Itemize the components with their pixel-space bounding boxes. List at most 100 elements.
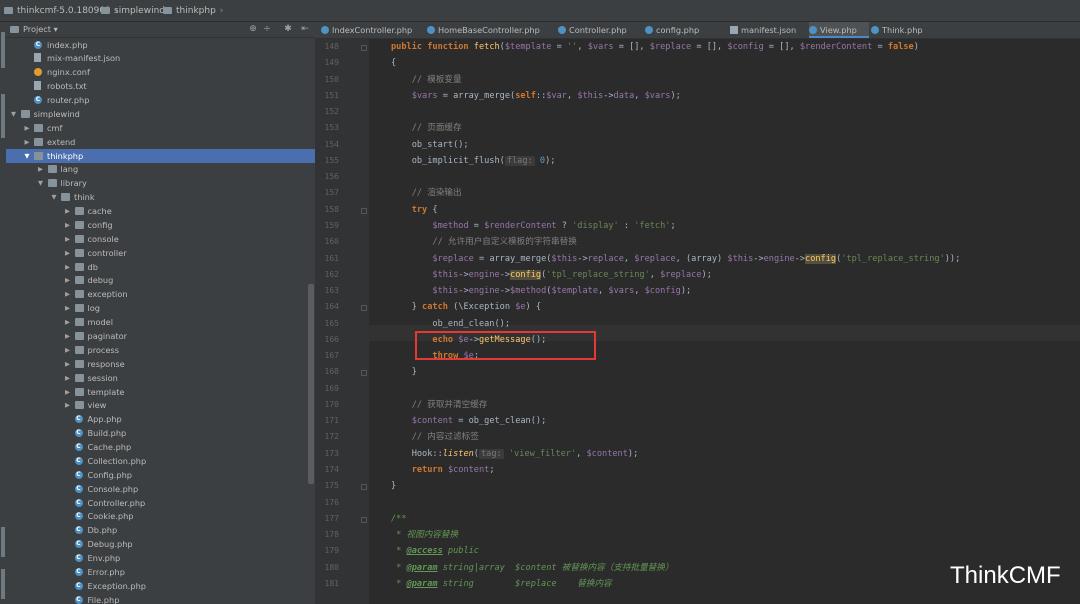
code-line[interactable]: try { xyxy=(391,202,438,218)
tree-item-error-php[interactable]: C Error.php xyxy=(6,565,315,579)
collapse-arrow-icon[interactable]: ▶ xyxy=(64,315,72,329)
tree-item-extend[interactable]: ▶ extend xyxy=(6,135,315,149)
fold-marker-icon[interactable] xyxy=(361,207,367,214)
code-line[interactable]: /** xyxy=(391,511,407,527)
collapse-arrow-icon[interactable]: ▶ xyxy=(64,329,72,343)
tree-item-cmf[interactable]: ▶ cmf xyxy=(6,121,315,135)
tree-item-thinkphp[interactable]: ▼ thinkphp xyxy=(6,148,315,163)
collapse-arrow-icon[interactable]: ▶ xyxy=(64,260,72,274)
collapse-arrow-icon[interactable]: ▶ xyxy=(37,162,45,176)
collapse-arrow-icon[interactable]: ▶ xyxy=(64,204,72,218)
code-line[interactable]: $replace = array_merge($this->replace, $… xyxy=(391,251,960,267)
expand-arrow-icon[interactable]: ▼ xyxy=(50,190,58,204)
collapse-arrow-icon[interactable]: ▶ xyxy=(23,135,31,149)
tool-window-button-npm[interactable] xyxy=(1,527,5,557)
tree-item-db-php[interactable]: C Db.php xyxy=(6,523,315,537)
code-line[interactable]: ob_implicit_flush(flag: 0); xyxy=(391,153,555,169)
code-line[interactable]: // 允许用户自定义模板的字符串替换 xyxy=(391,234,576,250)
code-line[interactable]: $this->engine->config('tpl_replace_strin… xyxy=(391,267,712,283)
tree-item-index-php[interactable]: Cindex.php xyxy=(6,38,315,52)
code-line[interactable]: // 获取并清空缓存 xyxy=(391,397,488,413)
code-line[interactable]: * @param string $replace 替换内容 xyxy=(391,576,611,592)
tree-item-console-php[interactable]: C Console.php xyxy=(6,482,315,496)
tree-item-app-php[interactable]: C App.php xyxy=(6,412,315,426)
tree-item-config[interactable]: ▶ config xyxy=(6,218,315,232)
code-line[interactable]: $content = ob_get_clean(); xyxy=(391,413,547,429)
collapse-arrow-icon[interactable]: ▶ xyxy=(64,218,72,232)
tab-homebasecontroller-php[interactable]: HomeBaseController.php xyxy=(427,22,556,38)
code-line[interactable]: $method = $renderContent ? 'display' : '… xyxy=(391,218,675,234)
fold-marker-icon[interactable] xyxy=(361,305,367,312)
tree-item-config-php[interactable]: C Config.php xyxy=(6,468,315,482)
code-line[interactable]: * @access public xyxy=(391,543,479,559)
code-line[interactable]: { xyxy=(391,55,396,71)
tree-item-exception-php[interactable]: C Exception.php xyxy=(6,579,315,593)
code-area[interactable]: public function fetch($template = '', $v… xyxy=(369,39,1080,604)
expand-arrow-icon[interactable]: ▼ xyxy=(37,176,45,190)
collapse-all-icon[interactable]: ÷ xyxy=(262,24,272,34)
tree-item-build-php[interactable]: C Build.php xyxy=(6,426,315,440)
code-line[interactable]: $this->engine->$method($template, $vars,… xyxy=(391,283,691,299)
tree-item-template[interactable]: ▶ template xyxy=(6,385,315,399)
tree-item-think[interactable]: ▼ think xyxy=(6,190,315,204)
tree-item-controller-php[interactable]: C Controller.php xyxy=(6,496,315,510)
tool-window-button-project[interactable] xyxy=(1,32,5,68)
tree-item-collection-php[interactable]: C Collection.php xyxy=(6,454,315,468)
code-line[interactable]: } xyxy=(391,364,417,380)
tree-item-library[interactable]: ▼ library xyxy=(6,176,315,190)
code-line[interactable]: // 模板变量 xyxy=(391,72,462,88)
code-line[interactable]: } catch (\Exception $e) { xyxy=(391,299,541,315)
sync-icon[interactable]: ⊕ xyxy=(248,24,258,34)
tree-item-cache[interactable]: ▶ cache xyxy=(6,204,315,218)
tree-item-exception[interactable]: ▶ exception xyxy=(6,287,315,301)
tree-item-session[interactable]: ▶ session xyxy=(6,371,315,385)
tree-item-cookie-php[interactable]: C Cookie.php xyxy=(6,509,315,523)
code-line[interactable]: $vars = array_merge(self::$var, $this->d… xyxy=(391,88,681,104)
tree-item-process[interactable]: ▶ process xyxy=(6,343,315,357)
collapse-arrow-icon[interactable]: ▶ xyxy=(64,357,72,371)
code-line[interactable]: return $content; xyxy=(391,462,495,478)
code-line[interactable]: // 渲染输出 xyxy=(391,185,462,201)
code-line[interactable]: } xyxy=(391,478,396,494)
tool-window-button-favorites[interactable] xyxy=(1,569,5,599)
code-line[interactable]: ob_end_clean(); xyxy=(391,316,510,332)
tree-item-env-php[interactable]: C Env.php xyxy=(6,551,315,565)
tree-item-lang[interactable]: ▶ lang xyxy=(6,162,315,176)
code-line[interactable]: ob_start(); xyxy=(391,137,469,153)
code-line[interactable]: // 内容过滤标签 xyxy=(391,429,479,445)
gear-icon[interactable]: ✱ xyxy=(283,24,293,34)
tool-window-button-structure[interactable] xyxy=(1,94,5,138)
tree-item-response[interactable]: ▶ response xyxy=(6,357,315,371)
collapse-arrow-icon[interactable]: ▶ xyxy=(23,121,31,135)
collapse-arrow-icon[interactable]: ▶ xyxy=(64,385,72,399)
collapse-arrow-icon[interactable]: ▶ xyxy=(64,232,72,246)
collapse-arrow-icon[interactable]: ▶ xyxy=(64,371,72,385)
collapse-arrow-icon[interactable]: ▶ xyxy=(64,273,72,287)
tree-item-simplewind[interactable]: ▼ simplewind xyxy=(6,107,315,121)
tab-controller-php[interactable]: Controller.php xyxy=(558,22,643,38)
tree-item-robots-txt[interactable]: robots.txt xyxy=(6,79,315,93)
tree-item-file-php[interactable]: C File.php xyxy=(6,593,315,604)
tab-view-php[interactable]: View.php xyxy=(809,22,869,38)
expand-arrow-icon[interactable]: ▼ xyxy=(23,149,31,163)
code-line[interactable]: Hook::listen(tag: 'view_filter', $conten… xyxy=(391,446,638,462)
breadcrumb-item[interactable]: thinkphp › xyxy=(163,0,223,22)
tree-item-view[interactable]: ▶ view xyxy=(6,398,315,412)
collapse-arrow-icon[interactable]: ▶ xyxy=(64,343,72,357)
code-line[interactable]: public function fetch($template = '', $v… xyxy=(391,39,919,55)
fold-marker-icon[interactable] xyxy=(361,45,367,51)
tree-item-mix-manifest-json[interactable]: mix-manifest.json xyxy=(6,51,315,65)
tree-item-debug-php[interactable]: C Debug.php xyxy=(6,537,315,551)
collapse-arrow-icon[interactable]: ▶ xyxy=(64,287,72,301)
tree-item-controller[interactable]: ▶ controller xyxy=(6,246,315,260)
fold-marker-icon[interactable] xyxy=(361,516,367,523)
hide-panel-icon[interactable]: ⇤ xyxy=(300,24,310,34)
tree-item-paginator[interactable]: ▶ paginator xyxy=(6,329,315,343)
collapse-arrow-icon[interactable]: ▶ xyxy=(64,246,72,260)
project-scrollbar[interactable] xyxy=(308,284,314,484)
tab-manifest-json[interactable]: manifest.json xyxy=(730,22,807,38)
fold-marker-icon[interactable] xyxy=(361,484,367,491)
expand-arrow-icon[interactable]: ▼ xyxy=(10,107,18,121)
fold-marker-icon[interactable] xyxy=(361,370,367,377)
project-view-selector[interactable]: Project ▾ xyxy=(10,22,58,37)
